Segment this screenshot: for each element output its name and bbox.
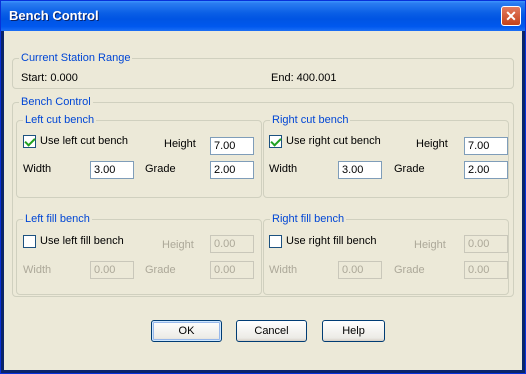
left-cut-height-label: Height xyxy=(164,138,196,150)
right-fill-bench-group: Right fill bench xyxy=(263,213,509,295)
left-fill-grade-label: Grade xyxy=(145,264,176,276)
end-station-text: End: 400.001 xyxy=(271,72,337,84)
right-cut-height-input[interactable]: 7.00 xyxy=(464,137,508,155)
right-fill-grade-label: Grade xyxy=(394,264,425,276)
use-left-cut-bench-checkbox[interactable] xyxy=(23,135,36,148)
station-range-legend: Current Station Range xyxy=(21,52,131,64)
right-fill-height-input[interactable]: 0.00 xyxy=(464,235,508,253)
help-button[interactable]: Help xyxy=(322,320,385,342)
left-cut-grade-label: Grade xyxy=(145,163,176,175)
right-fill-width-input[interactable]: 0.00 xyxy=(338,261,382,279)
right-cut-bench-group: Right cut bench xyxy=(263,114,509,198)
right-fill-width-label: Width xyxy=(269,264,298,276)
right-cut-grade-input[interactable]: 2.00 xyxy=(464,161,508,179)
use-right-cut-bench-checkbox[interactable] xyxy=(269,135,282,148)
ok-button[interactable]: OK xyxy=(151,320,222,342)
left-fill-height-input[interactable]: 0.00 xyxy=(210,235,254,253)
left-fill-height-label: Height xyxy=(162,239,194,251)
use-right-cut-bench-label[interactable]: Use right cut bench xyxy=(286,135,381,147)
use-left-fill-bench-label[interactable]: Use left fill bench xyxy=(40,235,124,247)
station-range-group: Current Station Range xyxy=(12,52,514,89)
right-fill-grade-input[interactable]: 0.00 xyxy=(464,261,508,279)
left-cut-grade-input[interactable]: 2.00 xyxy=(210,161,254,179)
right-cut-grade-label: Grade xyxy=(394,163,425,175)
use-right-fill-bench-checkbox[interactable] xyxy=(269,235,282,248)
right-cut-height-label: Height xyxy=(416,138,448,150)
left-fill-bench-legend: Left fill bench xyxy=(25,213,90,225)
left-cut-width-label: Width xyxy=(23,163,52,175)
dialog-client-area: Current Station Range Start: 0.000 End: … xyxy=(4,31,522,370)
right-cut-width-label: Width xyxy=(269,163,298,175)
window-title: Bench Control xyxy=(9,8,99,23)
left-fill-width-label: Width xyxy=(23,264,52,276)
left-cut-height-input[interactable]: 7.00 xyxy=(210,137,254,155)
left-fill-grade-input[interactable]: 0.00 xyxy=(210,261,254,279)
title-bar[interactable]: Bench Control ✕ xyxy=(1,1,525,31)
right-fill-bench-legend: Right fill bench xyxy=(272,213,345,225)
left-fill-width-input[interactable]: 0.00 xyxy=(90,261,134,279)
start-station-text: Start: 0.000 xyxy=(21,72,78,84)
right-cut-bench-legend: Right cut bench xyxy=(272,114,349,126)
left-cut-width-input[interactable]: 3.00 xyxy=(90,161,134,179)
close-icon: ✕ xyxy=(505,8,517,24)
left-cut-bench-legend: Left cut bench xyxy=(25,114,95,126)
right-cut-width-input[interactable]: 3.00 xyxy=(338,161,382,179)
cancel-button[interactable]: Cancel xyxy=(236,320,307,342)
close-button[interactable]: ✕ xyxy=(501,6,521,26)
use-left-cut-bench-label[interactable]: Use left cut bench xyxy=(40,135,128,147)
bench-control-legend: Bench Control xyxy=(21,96,91,108)
right-fill-height-label: Height xyxy=(414,239,446,251)
left-fill-bench-group: Left fill bench xyxy=(16,213,262,295)
bench-control-dialog: Bench Control ✕ Current Station Range St… xyxy=(0,0,526,374)
use-left-fill-bench-checkbox[interactable] xyxy=(23,235,36,248)
left-cut-bench-group: Left cut bench xyxy=(16,114,262,198)
use-right-fill-bench-label[interactable]: Use right fill bench xyxy=(286,235,377,247)
